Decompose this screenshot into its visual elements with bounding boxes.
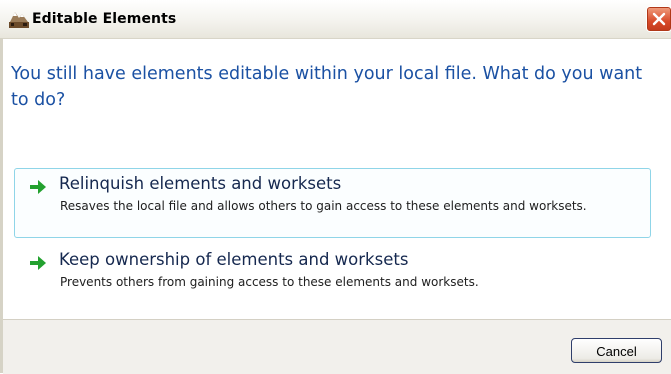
relinquish-option-link[interactable]: Relinquish elements and worksets Resaves… [14, 168, 651, 238]
main-instruction: You still have elements editable within … [11, 64, 643, 110]
dialog-footer: Cancel [3, 319, 671, 374]
app-logo-icon [9, 10, 29, 28]
option-description: Prevents others from gaining access to t… [60, 275, 479, 289]
green-arrow-right-icon [29, 255, 47, 271]
close-button[interactable] [646, 6, 671, 32]
green-arrow-right-icon [29, 179, 47, 195]
dialog-window: Editable Elements You still have element… [0, 0, 671, 374]
window-title: Editable Elements [32, 11, 177, 27]
option-title: Keep ownership of elements and worksets [59, 250, 409, 269]
option-title: Relinquish elements and worksets [59, 174, 342, 193]
keep-ownership-option-link[interactable]: Keep ownership of elements and worksets … [14, 244, 651, 302]
title-bar[interactable]: Editable Elements [0, 0, 671, 39]
dialog-content: You still have elements editable within … [3, 39, 671, 319]
option-description: Resaves the local file and allows others… [60, 199, 587, 213]
cancel-button[interactable]: Cancel [571, 338, 662, 363]
